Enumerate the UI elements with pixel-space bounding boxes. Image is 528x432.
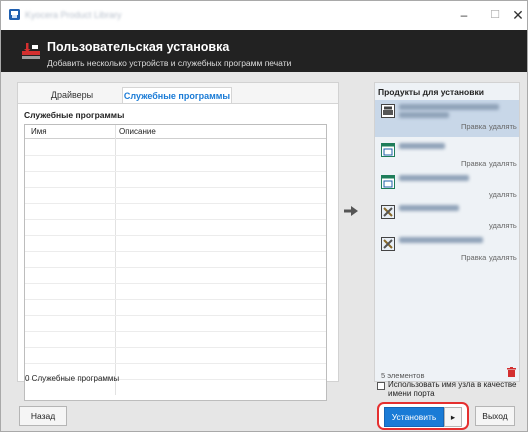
delete-link[interactable]: удалять: [489, 122, 517, 131]
row-divider: [25, 219, 326, 220]
maximize-button[interactable]: ☐: [484, 6, 506, 24]
product-name-redacted: [399, 175, 469, 181]
minimize-button[interactable]: –: [453, 6, 475, 24]
delete-link[interactable]: удалять: [489, 159, 517, 168]
product-name-redacted: [399, 205, 459, 211]
row-divider: [25, 235, 326, 236]
port-name-checkbox[interactable]: [377, 382, 385, 390]
install-list-panel: Продукты для установки Правка удалять Пр…: [374, 82, 520, 382]
product-name-redacted: [399, 104, 499, 110]
row-divider: [25, 299, 326, 300]
close-button[interactable]: ✕: [507, 6, 528, 24]
window-title: Kyocera Product Library: [25, 10, 122, 20]
row-divider: [25, 203, 326, 204]
product-name-redacted: [399, 112, 449, 118]
install-options-button[interactable]: ▸: [444, 407, 462, 427]
table-header: Имя Описание: [25, 125, 326, 139]
trash-icon[interactable]: [507, 367, 516, 377]
edit-link[interactable]: Правка: [461, 122, 486, 131]
app-icon: [9, 9, 20, 20]
utilities-table: Имя Описание: [24, 124, 327, 401]
available-panel: Драйверы Служебные программы Служебные п…: [17, 82, 339, 401]
exit-button[interactable]: Выход: [475, 406, 515, 426]
page-subtitle: Добавить несколько устройств и служебных…: [47, 58, 292, 68]
edit-link[interactable]: Правка: [461, 253, 486, 262]
install-highlight: Установить ▸: [377, 402, 469, 430]
tab-drivers[interactable]: Драйверы: [24, 87, 120, 103]
tab-content: Служебные программы Имя Описание: [18, 103, 338, 401]
printer-icon: [381, 104, 395, 118]
column-header-name[interactable]: Имя: [31, 127, 47, 136]
list-item[interactable]: Правка удалять: [375, 141, 519, 171]
title-bar: Kyocera Product Library – ☐ ✕: [0, 0, 528, 30]
window-icon: [381, 175, 395, 189]
row-divider: [25, 283, 326, 284]
row-divider: [25, 251, 326, 252]
tools-icon: [381, 205, 395, 219]
row-divider: [25, 331, 326, 332]
install-button[interactable]: Установить: [384, 407, 444, 427]
add-arrow-icon[interactable]: [344, 206, 358, 216]
install-icon: [22, 43, 40, 59]
list-item[interactable]: Правка удалять: [375, 100, 519, 137]
row-divider: [25, 347, 326, 348]
page-header: Пользовательская установка Добавить неск…: [0, 30, 528, 72]
column-header-description[interactable]: Описание: [119, 127, 156, 136]
install-list-title: Продукты для установки: [378, 87, 484, 97]
list-item[interactable]: Правка удалять: [375, 235, 519, 265]
row-divider: [25, 187, 326, 188]
product-name-redacted: [399, 143, 445, 149]
delete-link[interactable]: удалять: [489, 190, 517, 199]
row-divider: [25, 267, 326, 268]
row-divider: [25, 363, 326, 364]
tab-utilities[interactable]: Служебные программы: [122, 87, 232, 103]
column-divider: [115, 125, 116, 395]
main-content: Драйверы Служебные программы Служебные п…: [0, 72, 528, 432]
list-item[interactable]: удалять: [375, 203, 519, 233]
edit-link[interactable]: Правка: [461, 159, 486, 168]
back-button[interactable]: Назад: [19, 406, 67, 426]
window-icon: [381, 143, 395, 157]
product-name-redacted: [399, 237, 483, 243]
page-title: Пользовательская установка: [47, 40, 230, 54]
row-divider: [25, 171, 326, 172]
utilities-count: 0 Служебные программы: [25, 374, 120, 383]
tools-icon: [381, 237, 395, 251]
section-title: Служебные программы: [24, 110, 125, 120]
items-count: 5 элементов: [381, 371, 425, 380]
port-name-label: Использовать имя узла в качестве имени п…: [388, 380, 517, 398]
list-item[interactable]: удалять: [375, 173, 519, 201]
delete-link[interactable]: удалять: [489, 253, 517, 262]
row-divider: [25, 155, 326, 156]
delete-link[interactable]: удалять: [489, 221, 517, 230]
row-divider: [25, 315, 326, 316]
